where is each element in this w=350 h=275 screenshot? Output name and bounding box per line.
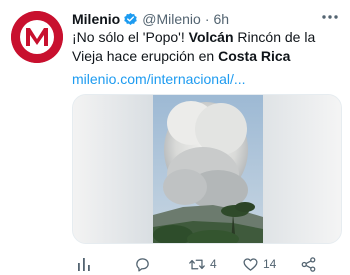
tweet-header: Milenio @Milenio · 6h (72, 10, 229, 28)
like-count: 14 (263, 257, 277, 271)
tweet-time[interactable]: 6h (213, 10, 229, 28)
tweet-actions: 4 14 (72, 255, 342, 273)
reply-button[interactable] (134, 255, 155, 273)
views-button[interactable] (76, 255, 96, 273)
like-button[interactable]: 14 (242, 255, 276, 273)
tweet-card[interactable]: Milenio @Milenio · 6h ¡No sólo el 'Popo'… (0, 0, 350, 275)
separator-dot: · (204, 11, 210, 27)
retweet-button[interactable]: 4 (188, 255, 217, 273)
tweet-text-bold: Volcán (188, 29, 234, 45)
author-name[interactable]: Milenio (72, 10, 120, 28)
share-button[interactable] (300, 255, 317, 273)
analytics-icon (78, 258, 90, 271)
verified-badge-icon (123, 12, 138, 27)
tweet-text: ¡No sólo el 'Popo'! Volcán Rincón de la … (72, 28, 344, 66)
tweet-text-bold: Costa Rica (218, 48, 291, 64)
heart-icon (243, 257, 258, 271)
tweet-link[interactable]: milenio.com/internacional/... (72, 70, 246, 88)
retweet-count: 4 (210, 257, 217, 271)
share-icon (301, 256, 316, 272)
tweet-media-image[interactable] (72, 94, 342, 244)
retweet-icon (189, 259, 205, 269)
avatar[interactable] (11, 11, 63, 63)
reply-icon (136, 257, 149, 272)
author-handle[interactable]: @Milenio (142, 10, 201, 28)
tweet-text-part: ¡No sólo el 'Popo'! (72, 29, 189, 45)
more-options-icon[interactable] (320, 8, 340, 26)
